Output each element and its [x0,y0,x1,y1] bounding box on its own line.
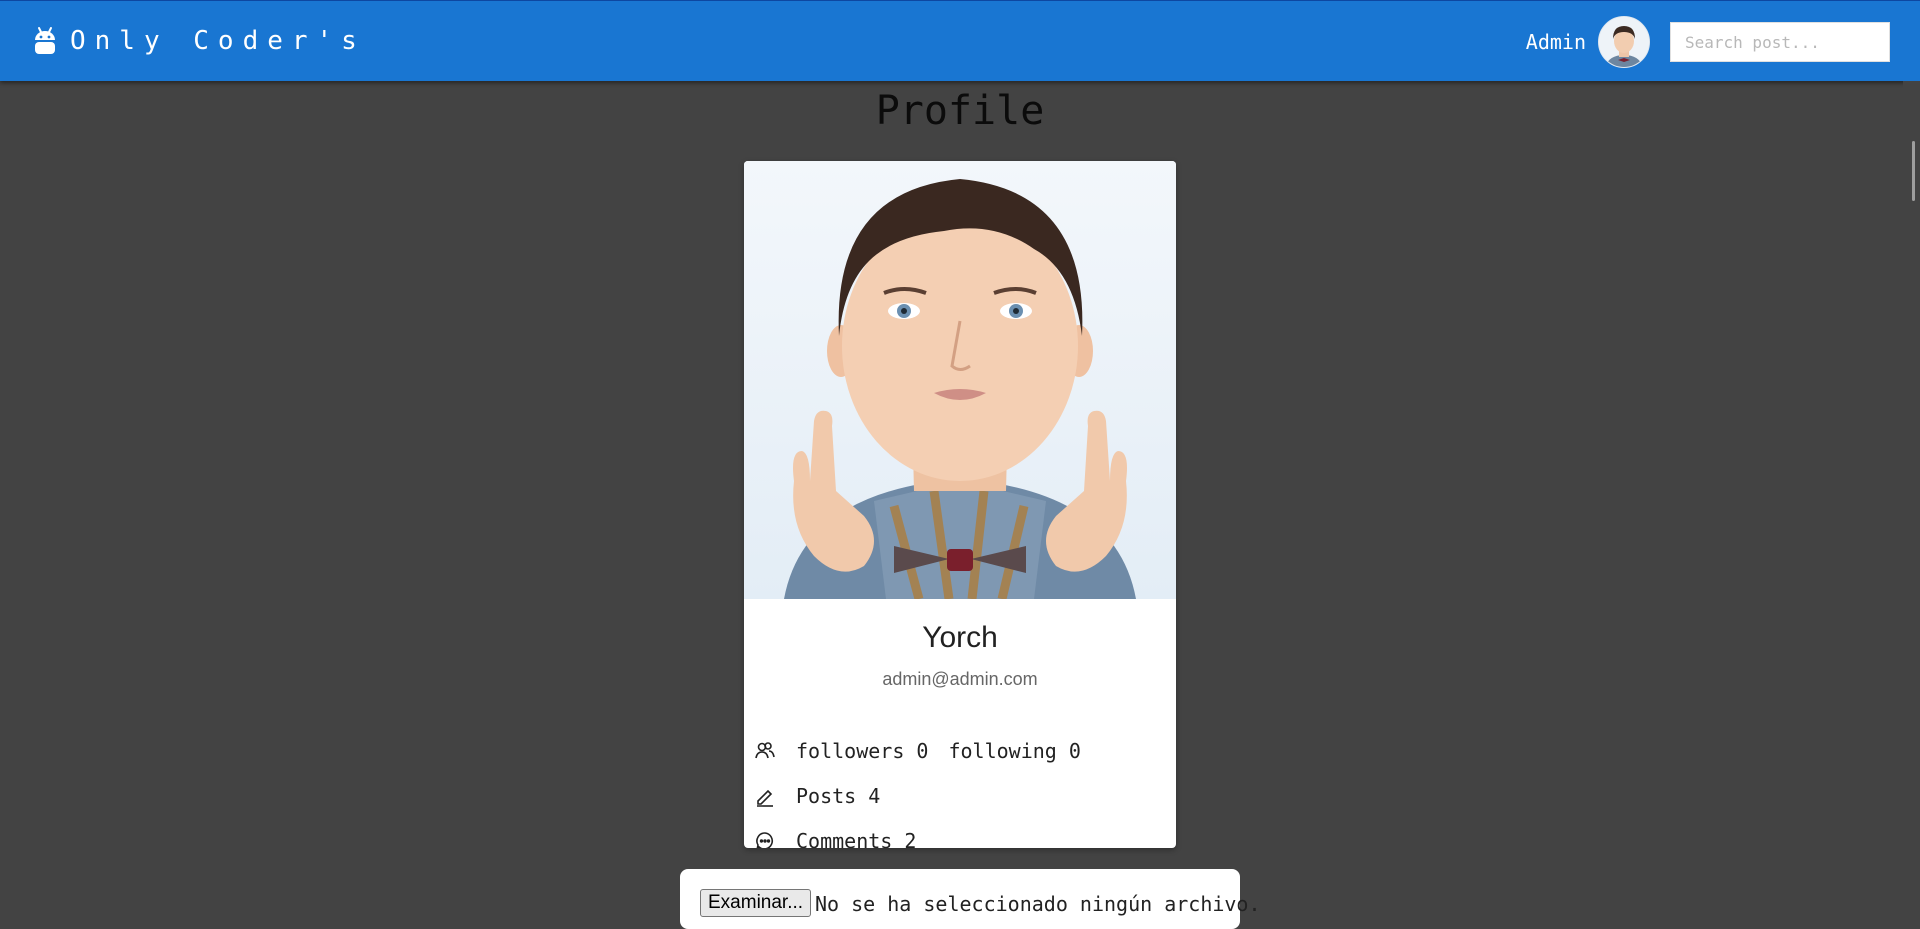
following-count: 0 [1068,738,1081,763]
page-scrollbar[interactable] [1903,81,1920,915]
avatar[interactable] [1598,16,1650,68]
pencil-icon [754,785,776,807]
profile-email: admin@admin.com [882,669,1038,689]
followers-label[interactable]: followers [796,739,904,763]
profile-stats: followers 0 following 0 Posts 4 Comments… [744,728,1176,848]
file-browse-button[interactable]: Examinar... [700,889,812,917]
people-icon [754,740,776,762]
profile-name: Yorch [922,621,998,654]
file-status-text: No se ha seleccionado ningún archivo. [815,892,1261,916]
scrollbar-thumb[interactable] [1912,141,1915,201]
comments-label: Comments [796,828,893,849]
posts-label: Posts [796,783,857,808]
following-label[interactable]: following [948,739,1056,763]
followers-count: 0 [916,738,929,763]
username-link[interactable]: Admin [1526,30,1586,54]
profile-card: Yorch admin@admin.com followers 0 follow… [744,161,1176,848]
stat-followers-row: followers 0 following 0 [754,728,1176,773]
posts-count: 4 [868,783,881,808]
android-icon [32,25,58,57]
navbar-user-area: Admin [1526,16,1890,68]
upload-form: Examinar... No se ha seleccionado ningún… [680,869,1261,929]
top-navbar: Only Coder's Admin [0,0,1920,81]
comments-count: 2 [904,828,917,849]
comment-icon [754,830,776,848]
profile-photo [744,161,1176,601]
brand-name: Only Coder's [70,26,366,56]
stat-comments-row: Comments 2 [754,818,1176,848]
brand[interactable]: Only Coder's [32,25,366,57]
page-title: Profile [875,88,1045,134]
search-input[interactable] [1670,22,1890,62]
stat-posts-row: Posts 4 [754,773,1176,818]
